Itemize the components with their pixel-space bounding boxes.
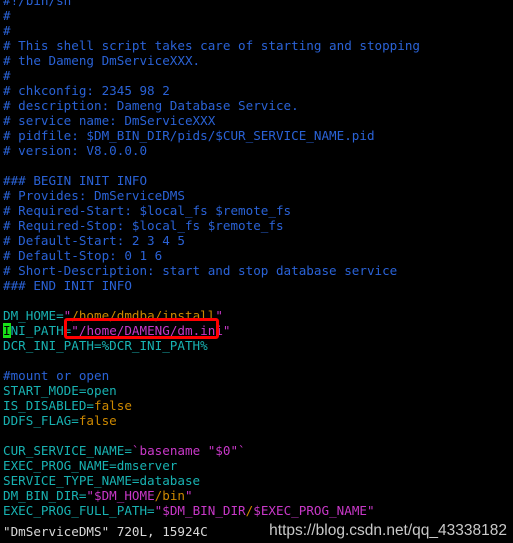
code-token: # (3, 8, 11, 23)
code-token: ### END INIT INFO (3, 278, 132, 293)
code-line[interactable] (0, 353, 513, 368)
code-line[interactable]: SERVICE_TYPE_NAME=database (0, 473, 513, 488)
code-line[interactable]: # (0, 23, 513, 38)
code-token: # Default-Stop: 0 1 6 (3, 248, 163, 263)
code-token: # This shell script takes care of starti… (3, 38, 421, 53)
code-line[interactable]: # description: Dameng Database Service. (0, 98, 513, 113)
code-line[interactable]: # (0, 68, 513, 83)
code-token: CUR_SERVICE_NAME= (3, 443, 132, 458)
code-line[interactable]: # Short-Description: start and stop data… (0, 263, 513, 278)
code-line[interactable]: EXEC_PROG_FULL_PATH="$DM_BIN_DIR/$EXEC_P… (0, 503, 513, 518)
code-token: DM_HOME= (3, 308, 64, 323)
code-line[interactable] (0, 428, 513, 443)
code-token: DCR_INI_PATH=%DCR_INI_PATH% (3, 338, 208, 353)
code-line[interactable]: # Required-Stop: $local_fs $remote_fs (0, 218, 513, 233)
code-token: # pidfile: $DM_BIN_DIR/pids/$CUR_SERVICE… (3, 128, 375, 143)
code-token: " (215, 308, 223, 323)
code-line[interactable]: ### END INIT INFO (0, 278, 513, 293)
code-line[interactable]: IS_DISABLED=false (0, 398, 513, 413)
code-token: # service name: DmServiceXXX (3, 113, 216, 128)
code-line[interactable]: ### BEGIN INIT INFO (0, 173, 513, 188)
code-line[interactable]: # the Dameng DmServiceXXX. (0, 53, 513, 68)
code-token: NI_PATH= (10, 323, 72, 338)
terminal-window[interactable]: #!/bin/sh # # # This shell script takes car… (0, 0, 513, 543)
code-line[interactable]: #mount or open (0, 368, 513, 383)
code-line[interactable]: # Default-Start: 2 3 4 5 (0, 233, 513, 248)
code-line[interactable] (0, 158, 513, 173)
code-line[interactable]: # pidfile: $DM_BIN_DIR/pids/$CUR_SERVICE… (0, 128, 513, 143)
code-line[interactable]: # Required-Start: $local_fs $remote_fs (0, 203, 513, 218)
code-token: ### BEGIN INIT INFO (3, 173, 148, 188)
code-line[interactable]: # This shell script takes care of starti… (0, 38, 513, 53)
code-token: # chkconfig: 2345 98 2 (3, 83, 170, 98)
code-line[interactable]: # Provides: DmServiceDMS (0, 188, 513, 203)
code-line[interactable]: DM_BIN_DIR="$DM_HOME/bin" (0, 488, 513, 503)
code-line[interactable]: DCR_INI_PATH=%DCR_INI_PATH% (0, 338, 513, 353)
code-token: # description: Dameng Database Service. (3, 98, 299, 113)
code-token: # (3, 68, 11, 83)
code-token: /bin (154, 488, 185, 503)
code-token: /home/DAMENG/dm.ini (78, 323, 223, 338)
code-line[interactable]: START_MODE=open (0, 383, 513, 398)
code-line[interactable]: DM_HOME="/home/dmdba/install" (0, 308, 513, 323)
code-token: # Short-Description: start and stop data… (3, 263, 398, 278)
code-line[interactable]: DDFS_FLAG=false (0, 413, 513, 428)
code-token: /home/dmdba/install (71, 308, 216, 323)
code-line[interactable]: #!/bin/sh (0, 0, 513, 8)
code-token: DDFS_FLAG= (3, 413, 79, 428)
text-cursor: I (3, 323, 11, 338)
code-line[interactable]: INI_PATH="/home/DAMENG/dm.ini" (0, 323, 513, 338)
code-token: " (222, 323, 231, 338)
code-line[interactable]: # service name: DmServiceXXX (0, 113, 513, 128)
code-line[interactable] (0, 293, 513, 308)
code-token: $EXEC_PROG_NAME" (253, 503, 375, 518)
code-line[interactable]: # Default-Stop: 0 1 6 (0, 248, 513, 263)
code-token: # Default-Start: 2 3 4 5 (3, 233, 185, 248)
code-token: SERVICE_TYPE_NAME=database (3, 473, 201, 488)
vim-text-buffer[interactable]: #!/bin/sh # # # This shell script takes car… (0, 0, 513, 518)
code-token: # Provides: DmServiceDMS (3, 188, 185, 203)
code-token: false (78, 413, 117, 428)
code-token: false (94, 398, 132, 413)
code-token: EXEC_PROG_NAME=dmserver (3, 458, 178, 473)
code-line[interactable]: # version: V8.0.0.0 (0, 143, 513, 158)
code-token: "$DM_HOME (86, 488, 155, 503)
code-token: # version: V8.0.0.0 (3, 143, 148, 158)
code-line[interactable]: # (0, 8, 513, 23)
code-token: # the Dameng DmServiceXXX. (3, 53, 201, 68)
code-token: START_MODE=open (3, 383, 117, 398)
code-token: #!/bin/sh (3, 0, 72, 8)
code-line[interactable]: CUR_SERVICE_NAME=`basename "$0"` (0, 443, 513, 458)
code-token: " (185, 488, 193, 503)
code-token: " (71, 323, 79, 338)
code-token: # (3, 23, 11, 38)
code-token: #mount or open (3, 368, 110, 383)
code-line[interactable]: # chkconfig: 2345 98 2 (0, 83, 513, 98)
code-token: EXEC_PROG_FULL_PATH= (3, 503, 155, 518)
code-token: `basename "$0"` (131, 443, 246, 458)
blog-watermark: https://blog.csdn.net/qq_43338182 (269, 522, 507, 539)
code-token: # Required-Stop: $local_fs $remote_fs (3, 218, 284, 233)
code-token: "$DM_BIN_DIR (154, 503, 246, 518)
code-token: # Required-Start: $local_fs $remote_fs (3, 203, 292, 218)
code-token: DM_BIN_DIR= (3, 488, 87, 503)
code-line[interactable]: EXEC_PROG_NAME=dmserver (0, 458, 513, 473)
code-token: IS_DISABLED= (3, 398, 94, 413)
